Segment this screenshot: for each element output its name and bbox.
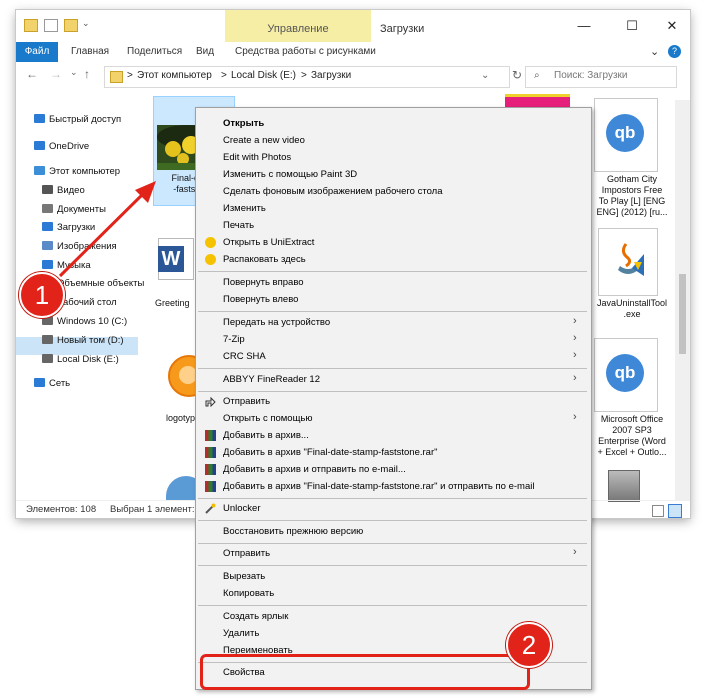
callout-badge-2: 2: [506, 622, 552, 668]
callout-badge-1: 1: [19, 272, 65, 318]
annotation-arrow: [58, 181, 156, 278]
properties-highlight: [200, 654, 530, 690]
